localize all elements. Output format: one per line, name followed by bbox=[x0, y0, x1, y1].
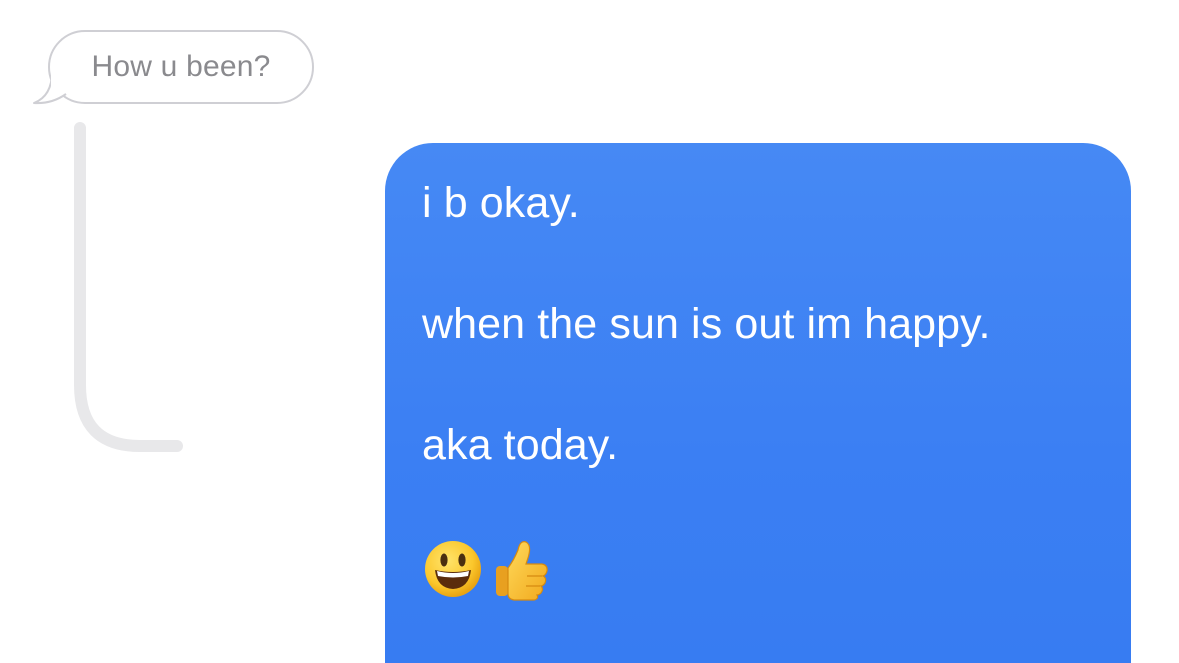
emoji-row bbox=[422, 536, 1094, 602]
thumbs-up-icon bbox=[496, 541, 548, 601]
quoted-bubble-tail bbox=[33, 70, 67, 105]
quoted-message-text: How u been? bbox=[91, 50, 271, 83]
smiley-face-icon bbox=[425, 541, 481, 597]
sent-message-line: aka today. bbox=[422, 421, 619, 469]
sent-message-line: when the sun is out im happy. bbox=[422, 300, 991, 348]
sent-message-bubble[interactable]: i b okay. when the sun is out im happy. … bbox=[385, 143, 1131, 663]
quoted-message-bubble[interactable]: How u been? bbox=[48, 30, 314, 104]
reply-thread: How u been? bbox=[0, 0, 400, 470]
sent-message-line: i b okay. bbox=[422, 179, 580, 227]
